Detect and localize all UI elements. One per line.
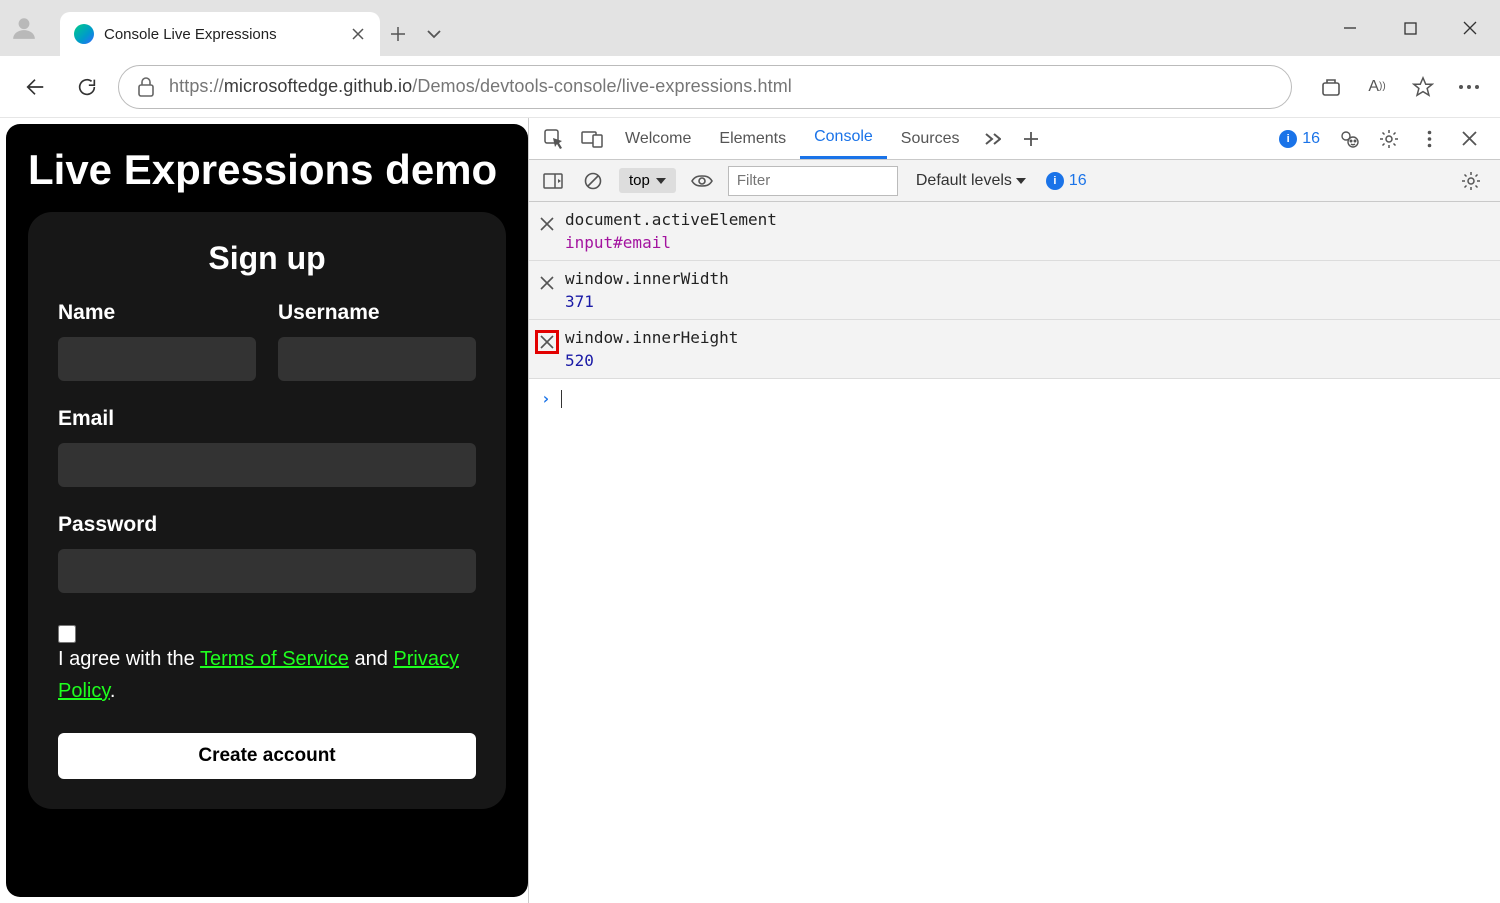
filter-input[interactable] bbox=[728, 166, 898, 196]
clear-console-icon[interactable] bbox=[579, 172, 607, 190]
window-controls bbox=[1320, 0, 1500, 56]
expression-result[interactable]: 520 bbox=[565, 347, 1490, 370]
remove-expression-icon[interactable] bbox=[535, 271, 559, 295]
settings-icon[interactable] bbox=[1370, 129, 1408, 149]
more-menu-icon[interactable] bbox=[1448, 66, 1490, 108]
agree-checkbox[interactable] bbox=[58, 625, 76, 643]
close-tab-icon[interactable] bbox=[350, 26, 366, 42]
prompt-cursor bbox=[561, 390, 563, 408]
inspect-element-icon[interactable] bbox=[535, 118, 573, 159]
feedback-icon[interactable] bbox=[1330, 129, 1368, 149]
live-expression-row: window.innerWidth 371 bbox=[529, 261, 1500, 320]
expression-result[interactable]: input#email bbox=[565, 229, 1490, 252]
live-expressions-list: document.activeElement input#email windo… bbox=[529, 202, 1500, 379]
issues-dot-icon: i bbox=[1046, 172, 1064, 190]
console-settings-icon[interactable] bbox=[1452, 171, 1490, 191]
tos-link[interactable]: Terms of Service bbox=[200, 648, 349, 670]
browser-tab[interactable]: Console Live Expressions bbox=[60, 12, 380, 56]
expression-result[interactable]: 371 bbox=[565, 288, 1490, 311]
expression-text[interactable]: window.innerHeight bbox=[565, 328, 1490, 347]
address-bar[interactable]: https://microsoftedge.github.io/Demos/de… bbox=[118, 65, 1292, 109]
name-input[interactable] bbox=[58, 337, 256, 381]
device-toolbar-icon[interactable] bbox=[573, 118, 611, 159]
console-prompt[interactable]: › bbox=[529, 379, 1500, 418]
live-expression-row: document.activeElement input#email bbox=[529, 202, 1500, 261]
edge-favicon bbox=[74, 24, 94, 44]
username-label: Username bbox=[278, 301, 476, 325]
expression-text[interactable]: document.activeElement bbox=[565, 210, 1490, 229]
remove-expression-icon[interactable] bbox=[535, 212, 559, 236]
read-aloud-icon[interactable]: A)) bbox=[1356, 66, 1398, 108]
window-titlebar: Console Live Expressions bbox=[0, 0, 1500, 56]
devtools-menu-icon[interactable] bbox=[1410, 130, 1448, 148]
url-text: https://microsoftedge.github.io/Demos/de… bbox=[169, 76, 792, 97]
minimize-button[interactable] bbox=[1320, 0, 1380, 56]
tab-elements[interactable]: Elements bbox=[705, 118, 800, 159]
back-button[interactable] bbox=[14, 66, 56, 108]
new-tab-button[interactable] bbox=[380, 12, 416, 56]
agree-row: I agree with the Terms of Service and Pr… bbox=[58, 619, 476, 707]
expression-text[interactable]: window.innerWidth bbox=[565, 269, 1490, 288]
toolbar-issues[interactable]: i 16 bbox=[1038, 172, 1095, 190]
issues-dot-icon: i bbox=[1279, 130, 1297, 148]
browser-toolbar: https://microsoftedge.github.io/Demos/de… bbox=[0, 56, 1500, 118]
refresh-button[interactable] bbox=[66, 66, 108, 108]
issues-button[interactable]: i 16 bbox=[1271, 130, 1328, 148]
email-label: Email bbox=[58, 407, 476, 431]
signup-card: Sign up Name Username Email Password bbox=[28, 212, 506, 809]
password-input[interactable] bbox=[58, 549, 476, 593]
console-toolbar: top Default levels i 16 bbox=[529, 160, 1500, 202]
log-levels-selector[interactable]: Default levels bbox=[916, 172, 1026, 190]
devtools-tabs: Welcome Elements Console Sources i 16 bbox=[529, 118, 1500, 160]
maximize-button[interactable] bbox=[1380, 0, 1440, 56]
demo-page: Live Expressions demo Sign up Name Usern… bbox=[6, 124, 528, 897]
add-panel-icon[interactable] bbox=[1012, 118, 1050, 159]
profile-icon[interactable] bbox=[0, 0, 48, 56]
tab-title: Console Live Expressions bbox=[104, 26, 340, 43]
live-expression-row: window.innerHeight 520 bbox=[529, 320, 1500, 379]
tab-sources[interactable]: Sources bbox=[887, 118, 974, 159]
close-devtools-icon[interactable] bbox=[1450, 131, 1488, 146]
name-label: Name bbox=[58, 301, 256, 325]
lock-icon[interactable] bbox=[137, 77, 155, 97]
tab-console[interactable]: Console bbox=[800, 118, 887, 159]
remove-expression-icon[interactable] bbox=[535, 330, 559, 354]
more-tabs-icon[interactable] bbox=[974, 118, 1012, 159]
form-title: Sign up bbox=[58, 240, 476, 277]
favorites-icon[interactable] bbox=[1402, 66, 1444, 108]
password-label: Password bbox=[58, 513, 476, 537]
tab-welcome[interactable]: Welcome bbox=[611, 118, 705, 159]
tab-list-button[interactable] bbox=[416, 12, 452, 56]
toggle-sidebar-icon[interactable] bbox=[539, 173, 567, 189]
devtools-panel: Welcome Elements Console Sources i 16 bbox=[528, 118, 1500, 903]
page-title: Live Expressions demo bbox=[28, 146, 506, 194]
create-account-button[interactable]: Create account bbox=[58, 733, 476, 779]
live-expression-icon[interactable] bbox=[688, 174, 716, 188]
app-available-icon[interactable] bbox=[1310, 66, 1352, 108]
username-input[interactable] bbox=[278, 337, 476, 381]
close-window-button[interactable] bbox=[1440, 0, 1500, 56]
chevron-right-icon: › bbox=[541, 389, 551, 408]
email-input[interactable] bbox=[58, 443, 476, 487]
context-selector[interactable]: top bbox=[619, 168, 676, 193]
